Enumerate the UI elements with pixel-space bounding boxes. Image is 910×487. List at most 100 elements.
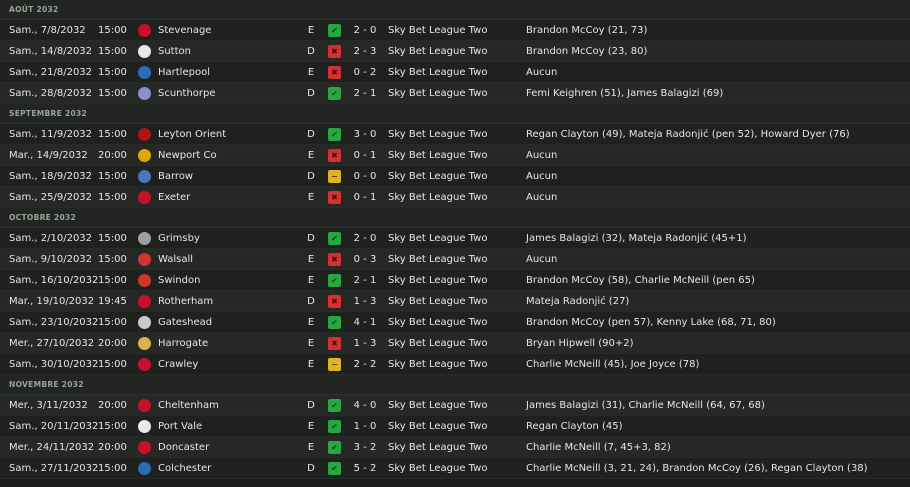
competition-link[interactable]: Sky Bet League Two [388, 145, 487, 166]
opponent-link[interactable]: Exeter [158, 187, 190, 208]
match-score[interactable]: 2 - 1 [350, 270, 380, 291]
competition-link[interactable]: Sky Bet League Two [388, 20, 487, 41]
match-score[interactable]: 0 - 3 [350, 249, 380, 270]
venue: E [307, 317, 315, 328]
opponent-link[interactable]: Hartlepool [158, 62, 210, 83]
match-score[interactable]: 2 - 2 [350, 354, 380, 375]
opponent-link[interactable]: Barrow [158, 166, 193, 187]
match-score[interactable]: 3 - 0 [350, 124, 380, 145]
match-score[interactable]: 2 - 0 [350, 20, 380, 41]
match-row[interactable]: Sam., 18/9/2032 15:00 Barrow D − 0 - 0 Sky Bet… [0, 166, 910, 187]
competition-link[interactable]: Sky Bet League Two [388, 395, 487, 416]
check-icon: ✔ [331, 276, 338, 285]
opponent-link[interactable]: Cheltenham [158, 395, 219, 416]
competition-link[interactable]: Sky Bet League Two [388, 416, 487, 437]
match-row[interactable]: Sam., 30/10/2032 15:00 Crawley E − 2 - 2 Sky B… [0, 354, 910, 375]
club-badge-icon [138, 232, 151, 245]
opponent-link[interactable]: Harrogate [158, 333, 208, 354]
match-row[interactable]: Sam., 9/10/2032 15:00 Walsall E ✖ 0 - 3 Sky Be… [0, 249, 910, 270]
club-badge-icon [138, 399, 151, 412]
match-row[interactable]: Sam., 27/11/2032 15:00 Colchester D ✔ 5 - 2 Sk… [0, 458, 910, 479]
match-score[interactable]: 4 - 0 [350, 395, 380, 416]
match-score[interactable]: 1 - 0 [350, 416, 380, 437]
competition-link[interactable]: Sky Bet League Two [388, 312, 487, 333]
opponent-link[interactable]: Sutton [158, 41, 191, 62]
match-row[interactable]: Mer., 24/11/2032 20:00 Doncaster E ✔ 3 - 2 Sky… [0, 437, 910, 458]
competition-link[interactable]: Sky Bet League Two [388, 41, 487, 62]
match-score[interactable]: 4 - 1 [350, 312, 380, 333]
match-score[interactable]: 1 - 3 [350, 291, 380, 312]
competition-link[interactable]: Sky Bet League Two [388, 166, 487, 187]
competition-link[interactable]: Sky Bet League Two [388, 291, 487, 312]
opponent-link[interactable]: Stevenage [158, 20, 211, 41]
match-time: 20:00 [98, 338, 127, 349]
match-score[interactable]: 0 - 1 [350, 145, 380, 166]
match-score[interactable]: 3 - 2 [350, 437, 380, 458]
opponent-link[interactable]: Newport Co [158, 145, 217, 166]
venue: D [307, 46, 315, 57]
competition-link[interactable]: Sky Bet League Two [388, 458, 487, 479]
match-row[interactable]: Sam., 11/9/2032 15:00 Leyton Orient D ✔ 3 - 0… [0, 124, 910, 145]
opponent-link[interactable]: Rotherham [158, 291, 213, 312]
opponent-link[interactable]: Grimsby [158, 228, 200, 249]
match-score[interactable]: 0 - 0 [350, 166, 380, 187]
competition-link[interactable]: Sky Bet League Two [388, 249, 487, 270]
competition-link[interactable]: Sky Bet League Two [388, 228, 487, 249]
competition-link[interactable]: Sky Bet League Two [388, 354, 487, 375]
competition-link[interactable]: Sky Bet League Two [388, 333, 487, 354]
match-time: 15:00 [98, 463, 127, 474]
match-row[interactable]: Mer., 3/11/2032 20:00 Cheltenham D ✔ 4 - 0 Sky… [0, 395, 910, 416]
goal-scorers: Regan Clayton (45) [526, 421, 623, 432]
competition-link[interactable]: Sky Bet League Two [388, 62, 487, 83]
match-row[interactable]: Sam., 28/8/2032 15:00 Scunthorpe D ✔ 2 - 1 Sky… [0, 83, 910, 104]
match-date: Sam., 23/10/2032 [9, 317, 99, 328]
match-row[interactable]: Sam., 21/8/2032 15:00 Hartlepool E ✖ 0 - 2 Sky… [0, 62, 910, 83]
match-row[interactable]: Mer., 27/10/2032 20:00 Harrogate E ✖ 1 - 3 Sky… [0, 333, 910, 354]
match-score[interactable]: 2 - 0 [350, 228, 380, 249]
match-row[interactable]: Mar., 14/9/2032 20:00 Newport Co E ✖ 0 - 1 Sky… [0, 145, 910, 166]
match-row[interactable]: Sam., 14/8/2032 15:00 Sutton D ✖ 2 - 3 Sky Bet… [0, 41, 910, 62]
goal-scorers: Aucun [526, 254, 558, 265]
club-badge-icon [138, 24, 151, 37]
opponent-link[interactable]: Scunthorpe [158, 83, 216, 104]
match-score[interactable]: 2 - 1 [350, 83, 380, 104]
opponent-link[interactable]: Walsall [158, 249, 193, 270]
match-score[interactable]: 1 - 3 [350, 333, 380, 354]
cross-icon: ✖ [331, 47, 338, 56]
competition-link[interactable]: Sky Bet League Two [388, 437, 487, 458]
venue: E [307, 150, 315, 161]
club-badge-icon [138, 441, 151, 454]
match-row[interactable]: Sam., 25/9/2032 15:00 Exeter E ✖ 0 - 1 Sky Bet… [0, 187, 910, 208]
cross-icon: ✖ [331, 297, 338, 306]
match-score[interactable]: 0 - 1 [350, 187, 380, 208]
opponent-link[interactable]: Gateshead [158, 312, 212, 333]
match-date: Sam., 7/8/2032 [9, 25, 86, 36]
opponent-link[interactable]: Port Vale [158, 416, 202, 437]
match-score[interactable]: 2 - 3 [350, 41, 380, 62]
venue: E [307, 338, 315, 349]
match-row[interactable]: Sam., 23/10/2032 15:00 Gateshead E ✔ 4 - 1 Sky… [0, 312, 910, 333]
opponent-link[interactable]: Colchester [158, 458, 211, 479]
opponent-link[interactable]: Leyton Orient [158, 124, 226, 145]
match-row[interactable]: Sam., 7/8/2032 15:00 Stevenage E ✔ 2 - 0 Sky B… [0, 20, 910, 41]
competition-link[interactable]: Sky Bet League Two [388, 83, 487, 104]
match-row[interactable]: Mar., 19/10/2032 19:45 Rotherham D ✖ 1 - 3 Sky… [0, 291, 910, 312]
competition-link[interactable]: Sky Bet League Two [388, 187, 487, 208]
check-icon: ✔ [331, 234, 338, 243]
match-row[interactable]: Sam., 2/10/2032 15:00 Grimsby D ✔ 2 - 0 Sky Be… [0, 228, 910, 249]
match-score[interactable]: 5 - 2 [350, 458, 380, 479]
opponent-link[interactable]: Crawley [158, 354, 198, 375]
opponent-link[interactable]: Swindon [158, 270, 200, 291]
match-score[interactable]: 0 - 2 [350, 62, 380, 83]
match-row[interactable]: Sam., 16/10/2032 15:00 Swindon E ✔ 2 - 1 Sky B… [0, 270, 910, 291]
result-indicator: ✔ [328, 441, 341, 454]
competition-link[interactable]: Sky Bet League Two [388, 124, 487, 145]
competition-link[interactable]: Sky Bet League Two [388, 270, 487, 291]
match-date: Sam., 2/10/2032 [9, 233, 93, 244]
club-badge-icon [138, 191, 151, 204]
match-date: Sam., 9/10/2032 [9, 254, 93, 265]
match-date: Mer., 24/11/2032 [9, 442, 95, 453]
match-row[interactable]: Sam., 20/11/2032 15:00 Port Vale E ✔ 1 - 0 Sky… [0, 416, 910, 437]
result-indicator: ✔ [328, 462, 341, 475]
opponent-link[interactable]: Doncaster [158, 437, 209, 458]
